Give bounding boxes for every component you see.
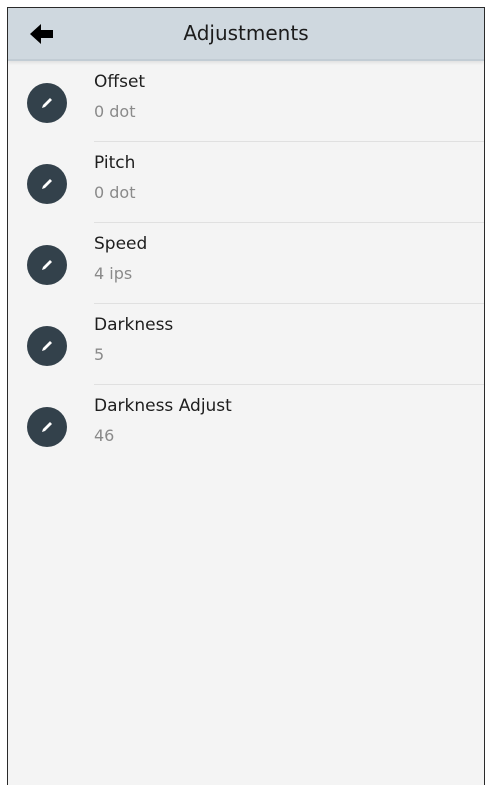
back-arrow-icon (30, 23, 53, 44)
setting-label: Darkness (94, 315, 174, 335)
back-button[interactable] (20, 8, 64, 59)
pencil-icon (42, 341, 52, 351)
setting-text: Darkness Adjust 46 (94, 385, 484, 466)
setting-text: Speed 4 ips (94, 223, 484, 304)
setting-item-speed[interactable]: Speed 4 ips (8, 223, 484, 304)
setting-value: 0 dot (94, 102, 136, 121)
edit-button[interactable] (27, 326, 67, 366)
edit-button[interactable] (27, 164, 67, 204)
pencil-icon (42, 179, 52, 189)
setting-item-darkness-adjust[interactable]: Darkness Adjust 46 (8, 385, 484, 466)
setting-label: Offset (94, 72, 146, 92)
screen: Adjustments Offset 0 dot Pitch 0 dot Spe… (7, 7, 485, 785)
pencil-icon (42, 98, 52, 108)
setting-value: 5 (94, 345, 105, 364)
edit-button[interactable] (27, 245, 67, 285)
setting-value: 46 (94, 426, 115, 445)
setting-value: 4 ips (94, 264, 133, 283)
setting-text: Offset 0 dot (94, 61, 484, 142)
setting-item-offset[interactable]: Offset 0 dot (8, 61, 484, 142)
setting-label: Speed (94, 234, 148, 254)
setting-item-darkness[interactable]: Darkness 5 (8, 304, 484, 385)
setting-text: Pitch 0 dot (94, 142, 484, 223)
setting-item-pitch[interactable]: Pitch 0 dot (8, 142, 484, 223)
setting-label: Darkness Adjust (94, 396, 232, 416)
pencil-icon (42, 422, 52, 432)
pencil-icon (42, 260, 52, 270)
setting-text: Darkness 5 (94, 304, 484, 385)
page-title: Adjustments (183, 21, 309, 45)
header-bar: Adjustments (8, 8, 484, 61)
settings-list: Offset 0 dot Pitch 0 dot Speed 4 ips Dar… (8, 61, 484, 466)
edit-button[interactable] (27, 407, 67, 447)
edit-button[interactable] (27, 83, 67, 123)
setting-value: 0 dot (94, 183, 136, 202)
setting-label: Pitch (94, 153, 136, 173)
